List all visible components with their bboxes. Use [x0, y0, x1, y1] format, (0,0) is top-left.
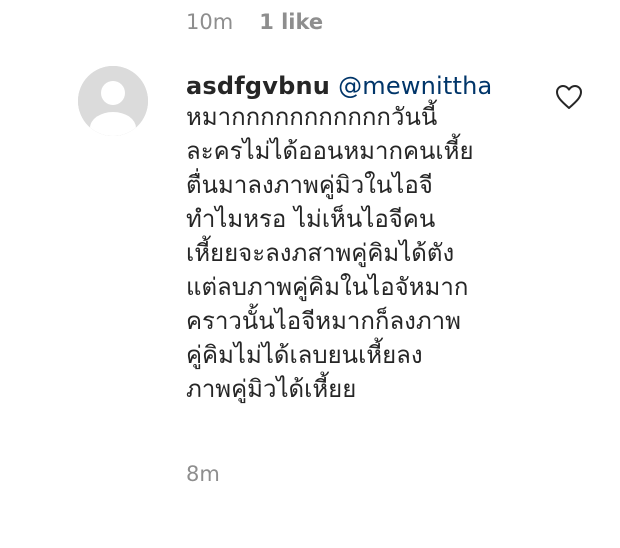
commenter-username-link[interactable]: asdfgvbnu [186, 72, 330, 100]
heart-outline-icon[interactable] [555, 84, 583, 110]
comment-line: คราวนั้นไอจีหมากก็ลงภาพ [186, 307, 461, 335]
previous-comment-timestamp: 10m [186, 10, 234, 34]
comment-text: หมากกกกกกกกกกกวันนี้ ละครไม่ได้ออนหมากคน… [186, 100, 546, 406]
mention-link[interactable]: @mewnittha [338, 72, 492, 100]
comment-header: asdfgvbnu @mewnittha [186, 72, 492, 100]
comment-line: แต่ลบภาพคู่คิมในไอจัหมาก [186, 273, 469, 301]
comment-line: ตื่นมาลงภาพคู่มิวในไอจี [186, 171, 433, 199]
commenter-avatar[interactable] [78, 66, 148, 136]
comment-line: คู่คิมไม่ได้เลบยนเหี้ยลง [186, 341, 423, 369]
previous-comment-likes-link[interactable]: 1 like [259, 10, 323, 34]
comment-timestamp: 8m [186, 462, 220, 486]
comment-line: เหี้ยยจะลงภสาพคู่คิมได้ตัง [186, 239, 455, 267]
comment-line: ภาพคู่มิวได้เหี้ยย [186, 375, 357, 403]
comment-line: ละครไม่ได้ออนหมากคนเหี้ย [186, 137, 474, 165]
comment-line: ทำไมหรอ ไม่เห็นไอจีคน [186, 205, 436, 233]
comment-line: หมากกกกกกกกกกกวันนี้ [186, 103, 438, 131]
default-avatar-icon [78, 66, 148, 136]
previous-comment-meta: 10m 1 like [186, 10, 323, 34]
